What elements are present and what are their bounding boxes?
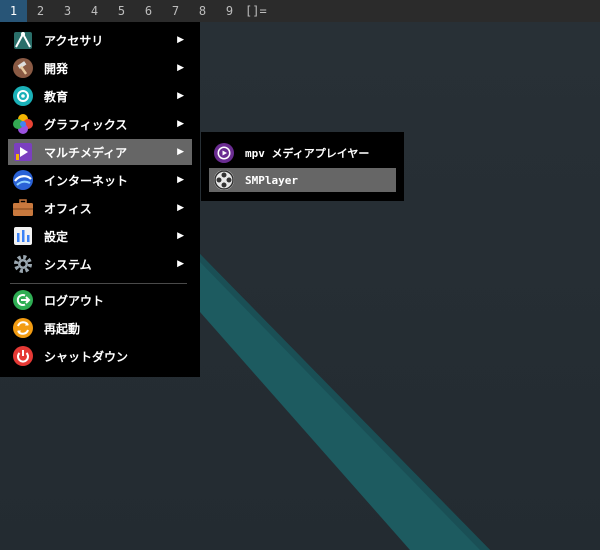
settings-icon: [12, 225, 34, 247]
menu-item-shutdown[interactable]: シャットダウン: [8, 343, 192, 369]
menu-item-label: 開発: [44, 61, 69, 76]
top-bar: 1 2 3 4 5 6 7 8 9 []=: [0, 0, 600, 22]
menu-item-label: インターネット: [44, 173, 129, 188]
logout-icon: [12, 289, 34, 311]
system-icon: [12, 253, 34, 275]
menu-item-reboot[interactable]: 再起動: [8, 315, 192, 341]
graphics-icon: [12, 113, 34, 135]
development-icon: [12, 57, 34, 79]
menu-item-logout[interactable]: ログアウト: [8, 287, 192, 313]
workspace-9[interactable]: 9: [216, 0, 243, 22]
menu-item-label: 設定: [44, 229, 69, 244]
office-icon: [12, 197, 34, 219]
workspace-4[interactable]: 4: [81, 0, 108, 22]
submenu-arrow-icon: ▶: [177, 91, 184, 101]
accessories-icon: [12, 29, 34, 51]
submenu-arrow-icon: ▶: [177, 147, 184, 157]
menu-item-system[interactable]: システム ▶: [8, 251, 192, 277]
workspace-5[interactable]: 5: [108, 0, 135, 22]
submenu-item-smplayer[interactable]: SMPlayer: [209, 168, 396, 192]
menu-item-label: マルチメディア: [44, 145, 128, 160]
workspace-6[interactable]: 6: [135, 0, 162, 22]
menu-item-label: システム: [44, 257, 92, 272]
menu-item-graphics[interactable]: グラフィックス ▶: [8, 111, 192, 137]
menu-separator: [10, 283, 187, 284]
education-icon: [12, 85, 34, 107]
submenu-arrow-icon: ▶: [177, 119, 184, 129]
smplayer-icon: [213, 169, 235, 191]
multimedia-icon: [12, 141, 34, 163]
menu-item-label: オフィス: [44, 201, 92, 216]
submenu-arrow-icon: ▶: [177, 63, 184, 73]
menu-item-label: ログアウト: [44, 293, 105, 308]
submenu-arrow-icon: ▶: [177, 203, 184, 213]
menu-item-settings[interactable]: 設定 ▶: [8, 223, 192, 249]
menu-item-accessories[interactable]: アクセサリ ▶: [8, 27, 192, 53]
menu-item-label: シャットダウン: [44, 349, 129, 364]
menu-item-education[interactable]: 教育 ▶: [8, 83, 192, 109]
submenu-arrow-icon: ▶: [177, 175, 184, 185]
application-menu: アクセサリ ▶ 開発 ▶ 教育 ▶ グラフィックス ▶ マルチメディア ▶ イン…: [0, 22, 200, 377]
menu-item-label: 再起動: [44, 321, 81, 336]
menu-item-office[interactable]: オフィス ▶: [8, 195, 192, 221]
workspace-1[interactable]: 1: [0, 0, 27, 22]
menu-item-development[interactable]: 開発 ▶: [8, 55, 192, 81]
reboot-icon: [12, 317, 34, 339]
submenu-item-label: SMPlayer: [245, 173, 298, 187]
multimedia-submenu: mpv メディアプレイヤー SMPlayer: [201, 132, 404, 201]
menu-item-internet[interactable]: インターネット ▶: [8, 167, 192, 193]
shutdown-icon: [12, 345, 34, 367]
submenu-arrow-icon: ▶: [177, 259, 184, 269]
menu-item-multimedia[interactable]: マルチメディア ▶: [8, 139, 192, 165]
mpv-icon: [213, 142, 235, 164]
workspace-3[interactable]: 3: [54, 0, 81, 22]
menu-item-label: グラフィックス: [44, 117, 128, 132]
submenu-arrow-icon: ▶: [177, 231, 184, 241]
workspace-7[interactable]: 7: [162, 0, 189, 22]
submenu-item-mpv[interactable]: mpv メディアプレイヤー: [209, 141, 396, 165]
workspace-8[interactable]: 8: [189, 0, 216, 22]
workspace-2[interactable]: 2: [27, 0, 54, 22]
internet-icon: [12, 169, 34, 191]
submenu-item-label: mpv メディアプレイヤー: [245, 147, 370, 160]
menu-item-label: アクセサリ: [44, 33, 104, 48]
layout-indicator[interactable]: []=: [245, 0, 267, 22]
menu-item-label: 教育: [44, 89, 69, 104]
submenu-arrow-icon: ▶: [177, 35, 184, 45]
